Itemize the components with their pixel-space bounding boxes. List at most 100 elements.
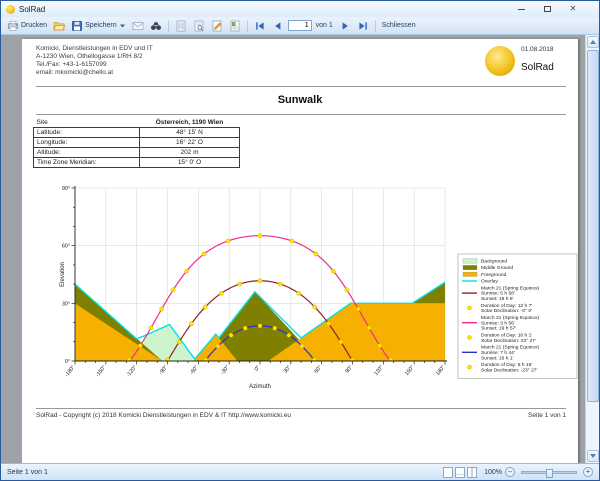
- thumbnails-icon: [229, 20, 241, 32]
- legend-dot: [468, 306, 472, 310]
- hour-marker: [297, 291, 301, 295]
- hour-marker: [219, 291, 223, 295]
- print-button[interactable]: Drucken: [5, 19, 49, 33]
- latitude-label: Latitude:: [34, 128, 140, 138]
- minimize-icon: [518, 9, 525, 10]
- hour-marker: [160, 307, 164, 311]
- table-row: Longitude: 16° 22' O: [34, 138, 240, 148]
- y-tick-label: 0°: [65, 359, 70, 365]
- scrollbar-down-button[interactable]: [587, 450, 599, 462]
- next-page-button[interactable]: [337, 19, 353, 33]
- hour-marker: [290, 239, 294, 243]
- save-button[interactable]: Speichern: [69, 19, 128, 33]
- legend-swatch: [463, 272, 477, 276]
- maximize-icon: [544, 6, 551, 12]
- hour-marker: [356, 307, 360, 311]
- zoom-out-button[interactable]: –: [505, 467, 515, 477]
- scrollbar-thumb[interactable]: [587, 50, 599, 402]
- x-tick-label: 90°: [344, 365, 354, 375]
- table-row: Time Zone Meridian: 15° 0' O: [34, 158, 240, 168]
- sunwalk-chart: 0°30°60°90°-180°-150°-120°-90°-60°-30°0°…: [30, 183, 578, 401]
- site-table: Site Österreich, 1190 Wien Latitude: 48°…: [33, 118, 240, 168]
- x-tick-label: -120°: [126, 365, 139, 379]
- hour-marker: [171, 288, 175, 292]
- longitude-value: 16° 22' O: [140, 138, 240, 148]
- hour-marker: [367, 326, 371, 330]
- hour-marker: [345, 288, 349, 292]
- page-number-input[interactable]: [288, 20, 312, 31]
- legend-label: Solar Declination: -23° 27': [481, 367, 538, 373]
- zoom-slider[interactable]: [521, 471, 577, 474]
- next-page-icon: [339, 20, 351, 32]
- page-setup-button[interactable]: [173, 19, 189, 33]
- solrad-window: SolRad ✕ Drucken: [0, 0, 600, 481]
- close-report-button[interactable]: Schliessen: [380, 21, 418, 30]
- longitude-label: Longitude:: [34, 138, 140, 148]
- legend-label: Overlay: [481, 279, 498, 285]
- table-row: Latitude: 48° 15' N: [34, 128, 240, 138]
- footer-page-number: Seite 1 von 1: [528, 412, 566, 419]
- report-page: Komicki, Dienstleistungen in EDV und IT …: [22, 39, 578, 463]
- save-icon: [71, 20, 83, 32]
- edit-pencil-icon: [211, 20, 223, 32]
- hour-marker: [202, 252, 206, 256]
- close-report-label: Schliessen: [382, 22, 416, 29]
- maximize-button[interactable]: [534, 2, 560, 17]
- page-count-label: von 1: [316, 22, 333, 29]
- site-value: Österreich, 1190 Wien: [140, 118, 240, 128]
- footer-divider: [36, 408, 566, 409]
- hour-marker: [273, 326, 277, 330]
- toolbar-separator: [375, 20, 376, 32]
- save-label: Speichern: [85, 22, 117, 29]
- view-mode-buttons: [443, 467, 477, 478]
- minimize-button[interactable]: [508, 2, 534, 17]
- app-sun-icon: [6, 5, 15, 14]
- zoom-in-button[interactable]: +: [583, 467, 593, 477]
- legend-label: Sunset: 18 h 5': [481, 296, 514, 302]
- hour-marker: [216, 344, 220, 348]
- status-bar: Seite 1 von 1 100% – +: [1, 463, 599, 480]
- preview-button[interactable]: [191, 19, 207, 33]
- hour-marker: [203, 305, 207, 309]
- continuous-view-icon[interactable]: [455, 467, 465, 478]
- edit-page-button[interactable]: [209, 19, 225, 33]
- preview-magnifier-icon: [193, 20, 205, 32]
- x-tick-label: 120°: [373, 365, 385, 377]
- save-dropdown-icon[interactable]: [119, 22, 126, 29]
- report-date: 01.08.2018: [521, 46, 554, 53]
- y-tick-label: 30°: [62, 301, 70, 307]
- x-tick-label: 60°: [313, 365, 323, 375]
- hour-marker: [177, 340, 181, 344]
- x-axis-title: Azimuth: [249, 384, 271, 390]
- scrollbar-up-button[interactable]: [587, 36, 599, 48]
- vertical-scrollbar[interactable]: [585, 35, 599, 463]
- x-tick-label: -30°: [220, 365, 231, 377]
- email-icon: [132, 20, 144, 32]
- hour-marker: [138, 344, 142, 348]
- timezone-meridian-value: 15° 0' O: [140, 158, 240, 168]
- legend-label: Sunset: 19 h 57': [481, 326, 516, 332]
- search-button[interactable]: [148, 19, 164, 33]
- open-button[interactable]: [51, 19, 67, 33]
- legend-dot: [468, 365, 472, 369]
- legend-label: March 21 (Spring Equinox): [481, 285, 540, 291]
- two-page-view-icon[interactable]: [467, 467, 477, 478]
- legend-label: Middle Ground: [481, 265, 513, 271]
- site-table-header: Site Österreich, 1190 Wien: [34, 118, 240, 128]
- last-page-icon: [357, 20, 369, 32]
- hour-marker: [389, 358, 393, 362]
- hour-marker: [300, 344, 304, 348]
- prev-page-button[interactable]: [270, 19, 286, 33]
- first-page-button[interactable]: [252, 19, 268, 33]
- last-page-button[interactable]: [355, 19, 371, 33]
- close-button[interactable]: ✕: [560, 2, 586, 17]
- hour-marker: [226, 239, 230, 243]
- x-tick-label: 30°: [283, 365, 293, 375]
- thumbnails-button[interactable]: [227, 19, 243, 33]
- email-button[interactable]: [130, 19, 146, 33]
- report-footer: SolRad - Copyright (c) 2018 Komicki Dien…: [36, 412, 566, 419]
- x-tick-label: -180°: [64, 365, 77, 379]
- single-page-view-icon[interactable]: [443, 467, 453, 478]
- zoom-slider-thumb[interactable]: [546, 469, 553, 478]
- legend-label: March 21 (Spring Equinox): [481, 315, 540, 321]
